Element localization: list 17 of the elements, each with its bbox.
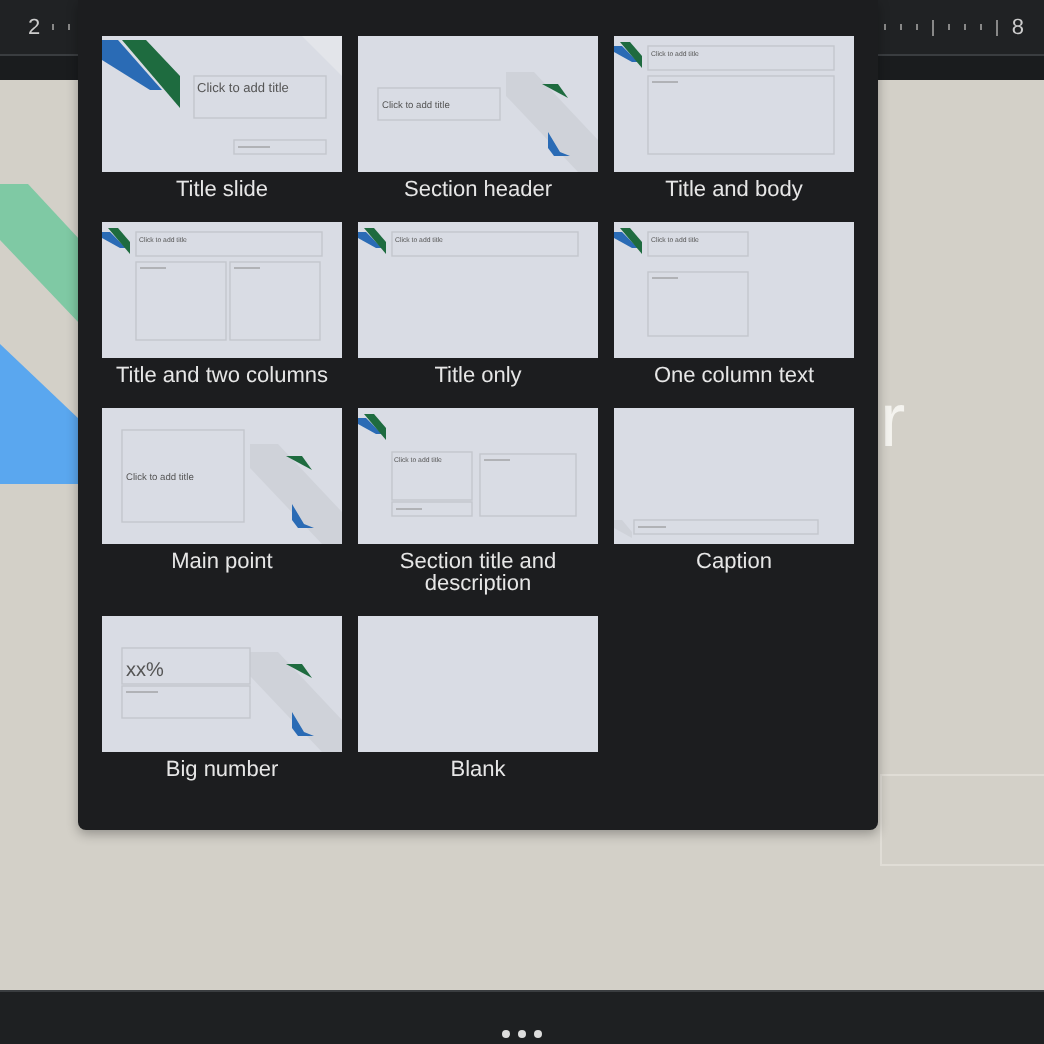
layout-label: Title slide bbox=[175, 180, 269, 202]
layout-label: Title and body bbox=[665, 180, 803, 202]
layout-thumbnail[interactable] bbox=[358, 616, 598, 752]
more-icon[interactable] bbox=[502, 1030, 542, 1038]
ruler-number: 8 bbox=[1011, 15, 1024, 39]
layout-label: One column text bbox=[653, 366, 815, 388]
layout-thumbnail[interactable]: xx% bbox=[102, 616, 342, 752]
layout-label: Big number bbox=[165, 760, 279, 782]
layout-label: Blank bbox=[450, 760, 506, 782]
ruler-number: 2 bbox=[28, 15, 41, 39]
layout-label: Main point bbox=[171, 552, 273, 574]
layout-label: Title only bbox=[434, 366, 522, 388]
layout-label: Title and two columns bbox=[116, 366, 328, 388]
layout-label: Caption bbox=[696, 552, 772, 574]
layout-label: Section header bbox=[404, 180, 552, 202]
layout-label: Section title and description bbox=[397, 552, 559, 596]
layout-thumbnail[interactable] bbox=[614, 408, 854, 544]
